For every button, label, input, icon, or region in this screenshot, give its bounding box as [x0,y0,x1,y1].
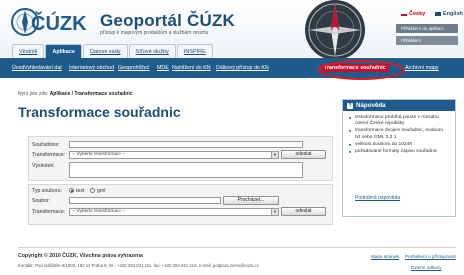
help-item: transformace dvojice souřadnic, souboru … [349,128,449,140]
help-list: transformace probíhá pouze v rozsahu úze… [343,111,455,155]
transform-select-value: -- Vyberte transformaci -- [72,152,126,157]
help-icon: ? [347,103,353,109]
login-button[interactable]: Přihlášení [396,36,458,45]
nav-mde[interactable]: MDE [157,65,169,71]
tab-aplikace[interactable]: Aplikace [45,44,82,58]
transform-label-2: Transformace: [32,209,66,215]
footer-copyright: Copyright © 2010 ČÚZK, Všechna práva vyh… [18,253,143,259]
radio-text-label: text [76,188,85,194]
file-type-label: Typ souboru: [32,188,62,194]
nav-geoprohlizec[interactable]: Geoprohlížeč [118,65,150,71]
transform-select[interactable]: -- Vyberte transformaci -- ▼ [69,151,279,159]
tab-inspire[interactable]: INSPIRE [176,44,213,58]
lang-english-label: English [443,11,463,17]
help-title: Nápověda [356,102,386,109]
help-item: transformace probíhá pouze v rozsahu úze… [349,115,449,127]
nav-dalkovy-pristup[interactable]: Dálkový přístup do KN [216,65,269,71]
coords-input[interactable] [69,141,303,148]
file-transform-form: Typ souboru: text gml Soubor: Procházet.… [28,184,333,225]
main-tabs: Věstník Aplikace Datové sady Síťové služ… [12,44,214,58]
footer-links: Mapa stránek Prohlášení o přístupnosti Ex… [371,254,462,270]
breadcrumb-prefix: Nyní jste zde: [18,91,49,97]
help-item: požadované formáty zápisu souřadnic [349,149,449,155]
footer-divider [18,247,456,248]
sitemap-link[interactable]: Mapa stránek [371,254,399,259]
page-title: Transformace souřadnic [18,104,181,120]
transform-select-2[interactable]: -- Vyberte transformaci -- ▼ [69,208,279,216]
tab-vestnik[interactable]: Věstník [12,44,45,58]
footer-contact: Kontakt: Pod sídlištěm 9/1800, 182 11 Pr… [18,263,259,268]
cuzk-logo[interactable]: ČÚZK [7,6,87,38]
nav-internetovy-obchod[interactable]: Internetový obchod [69,65,114,71]
help-item: velikost souboru do 1024K [349,142,449,148]
coords-label: Souřadnice: [32,142,60,148]
result-output[interactable] [69,162,303,178]
highlight-annotation [318,60,405,80]
tab-datove-sady[interactable]: Datové sady [82,44,128,58]
browse-button[interactable]: Procházet... [223,196,279,205]
detailed-help-link[interactable]: Podrobná nápověda [355,195,400,201]
transform-label: Transformace: [32,152,66,158]
tab-sitove-sluzby[interactable]: Síťové služby [128,44,176,58]
nav-uvod[interactable]: Úvod [12,65,24,71]
submit-coords-button[interactable]: odeslat [281,150,326,159]
lang-czech-label: Česky [409,11,426,17]
nav-nahlizeni-do-kn[interactable]: Nahlížení do KN [172,65,211,71]
transform-select-2-value: -- Vyberte transformaci -- [72,209,126,214]
breadcrumb: Nyní jste zde: Aplikace / Transformace s… [18,91,133,97]
nav-archivni-mapy[interactable]: Archivní mapy [405,65,439,71]
lang-czech-link[interactable]: Česky [401,11,425,17]
result-label: Výsledek: [32,163,55,169]
radio-gml[interactable] [90,188,95,193]
czech-flag-icon [401,11,407,16]
logo-text: ČÚZK [31,11,87,35]
file-label: Soubor: [32,198,51,204]
coordinates-form: Souřadnice: Transformace: -- Vyberte tra… [28,136,333,181]
chevron-down-icon: ▼ [271,152,278,158]
nav-vyhledavani-dat[interactable]: Vyhledávání dat [24,65,62,71]
portal-title: Geoportál ČÚZK [100,11,236,30]
accessibility-link[interactable]: Prohlášení o přístupnosti [405,254,456,259]
breadcrumb-path[interactable]: Aplikace / Transformace souřadnic [50,91,133,97]
chevron-down-icon: ▼ [271,209,278,215]
help-header: ? Nápověda [343,100,455,111]
help-panel: ?Nápověda transformace probíhá pouze v r… [342,99,456,217]
login-apps-button[interactable]: Přihlášení do aplikací [396,24,458,33]
uk-flag-icon [435,11,441,16]
radio-text[interactable] [69,188,74,193]
compass-decoration-icon [290,0,380,65]
radio-gml-label: gml [97,188,106,194]
lang-english-link[interactable]: English [435,11,463,17]
portal-subtitle: přístup k mapovým produktům a službám re… [100,30,209,36]
submit-file-button[interactable]: odeslat [281,207,326,216]
external-links-link[interactable]: Externí odkazy [411,265,456,270]
file-path-input[interactable] [69,197,221,204]
